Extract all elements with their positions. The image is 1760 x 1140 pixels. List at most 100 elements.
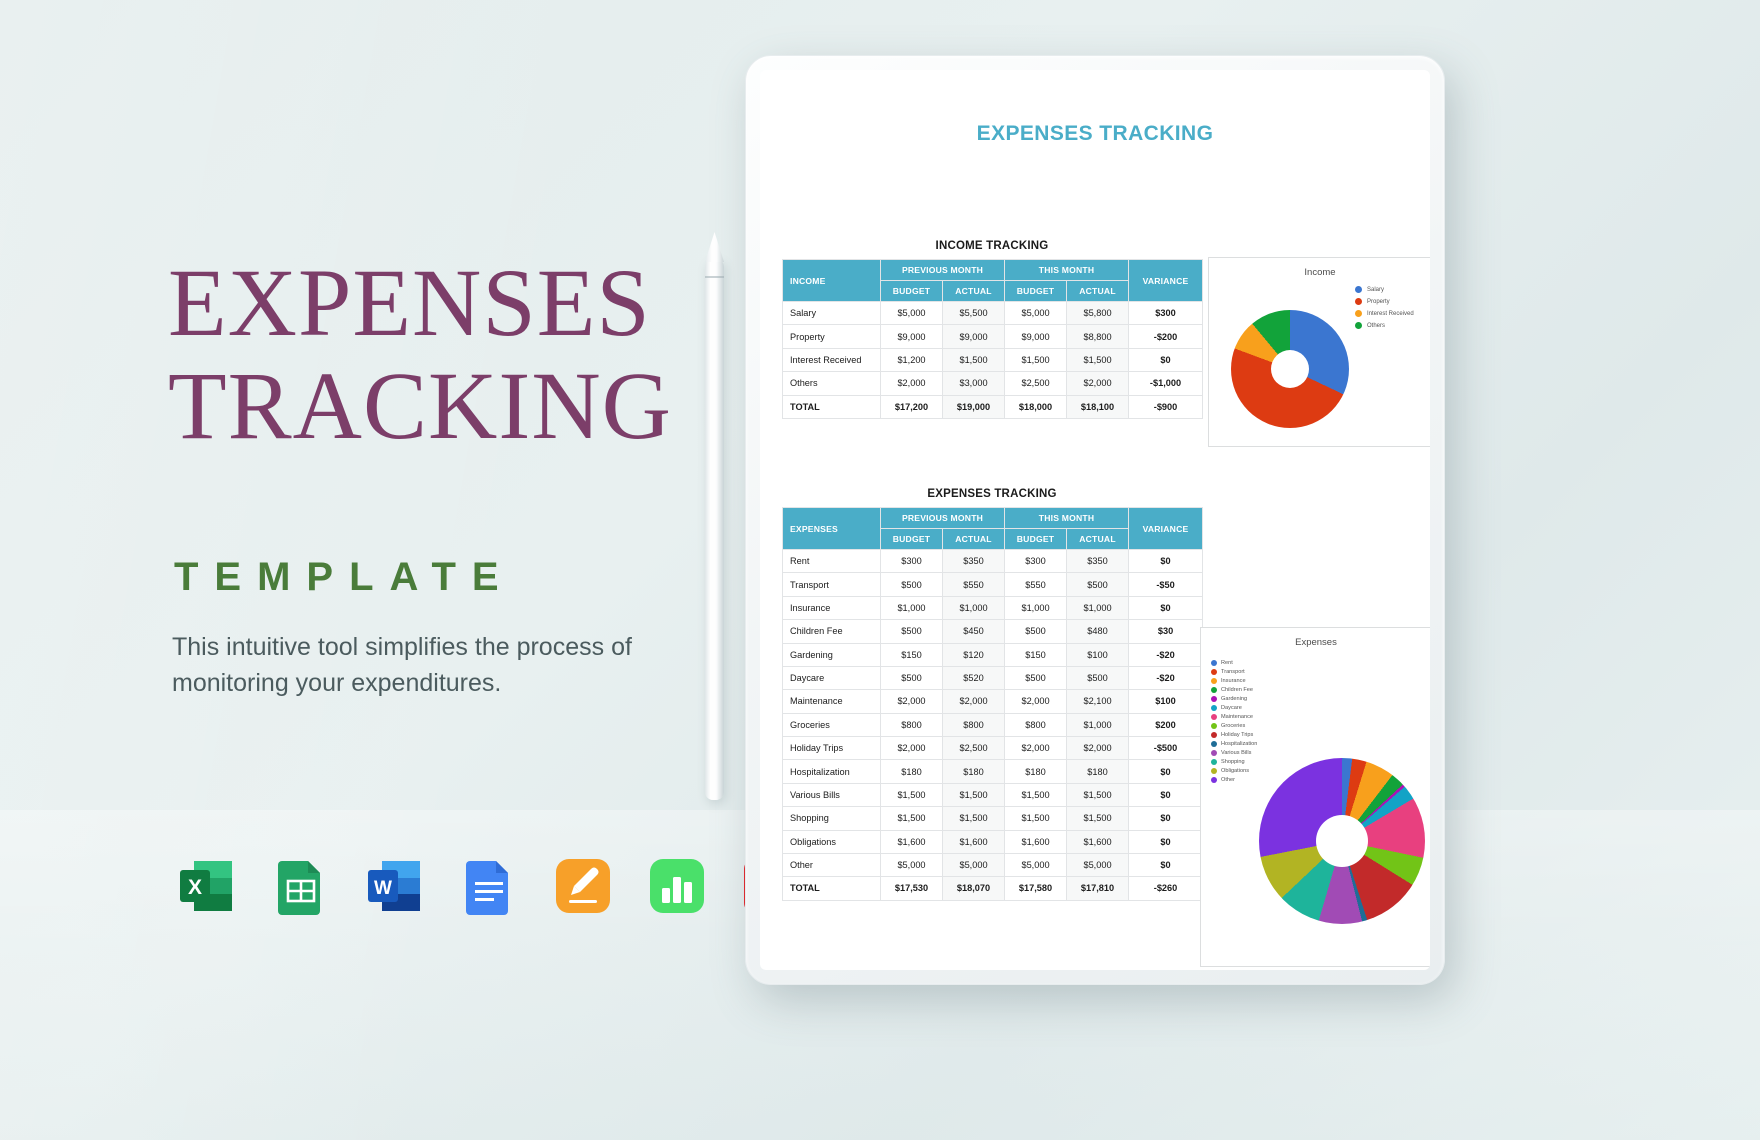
income-cell-prev_budget[interactable]: $2,000 [880, 371, 943, 396]
expenses-cell-this_budget[interactable]: $550 [1004, 572, 1068, 597]
income-cell-prev_budget[interactable]: $1,200 [880, 347, 943, 373]
expenses-cell-this_actual[interactable]: $100 [1066, 642, 1130, 667]
expenses-cell-this_budget[interactable]: $1,000 [1004, 595, 1068, 621]
expenses-cell-prev_budget[interactable]: $1,500 [880, 782, 943, 808]
income-cell-label[interactable]: Property [782, 324, 881, 349]
expenses-cell-prev_actual[interactable]: $520 [941, 665, 1006, 691]
expenses-cell-label[interactable]: Rent [782, 548, 881, 574]
expenses-cell-prev_budget[interactable]: $2,000 [880, 689, 943, 714]
table-row[interactable]: Insurance $1,000 $1,000 $1,000 $1,000 $0 [782, 595, 1204, 621]
expenses-cell-this_actual[interactable]: $350 [1066, 548, 1130, 574]
expenses-cell-prev_actual[interactable]: $5,000 [941, 852, 1006, 878]
income-cell-prev_budget[interactable]: $5,000 [880, 300, 943, 326]
expenses-cell-this_actual[interactable]: $1,600 [1066, 829, 1130, 854]
income-cell-label[interactable]: Salary [782, 300, 881, 326]
expenses-cell-this_actual[interactable]: $1,500 [1066, 782, 1130, 808]
expenses-cell-this_budget[interactable]: $500 [1004, 665, 1068, 691]
table-row[interactable]: Daycare $500 $520 $500 $500 -$20 [782, 665, 1204, 691]
expenses-cell-variance[interactable]: $100 [1128, 689, 1204, 714]
expenses-cell-prev_budget[interactable]: $300 [880, 548, 943, 574]
apple-pages-icon[interactable] [552, 855, 614, 917]
expenses-cell-prev_actual[interactable]: $18,070 [941, 876, 1006, 901]
apple-numbers-icon[interactable] [646, 855, 708, 917]
expenses-cell-variance[interactable]: $30 [1128, 619, 1204, 644]
expenses-cell-this_actual[interactable]: $1,500 [1066, 806, 1130, 831]
expenses-cell-label[interactable]: Transport [782, 572, 881, 597]
expenses-cell-this_actual[interactable]: $17,810 [1066, 876, 1130, 901]
income-cell-variance[interactable]: -$900 [1128, 394, 1204, 419]
table-row[interactable]: Obligations $1,600 $1,600 $1,600 $1,600 $0 [782, 829, 1204, 854]
income-cell-this_budget[interactable]: $18,000 [1004, 394, 1068, 419]
expenses-cell-label[interactable]: Obligations [782, 829, 881, 854]
expenses-cell-this_actual[interactable]: $5,000 [1066, 852, 1130, 878]
expenses-cell-prev_actual[interactable]: $350 [941, 548, 1006, 574]
expenses-cell-this_budget[interactable]: $1,500 [1004, 806, 1068, 831]
expenses-cell-prev_budget[interactable]: $17,530 [880, 876, 943, 901]
expenses-cell-prev_actual[interactable]: $550 [941, 572, 1006, 597]
expenses-cell-variance[interactable]: $0 [1128, 806, 1204, 831]
google-docs-icon[interactable] [458, 855, 520, 917]
expenses-cell-this_budget[interactable]: $1,500 [1004, 782, 1068, 808]
expenses-cell-this_budget[interactable]: $17,580 [1004, 876, 1068, 901]
expenses-cell-this_budget[interactable]: $500 [1004, 619, 1068, 644]
income-cell-this_budget[interactable]: $1,500 [1004, 347, 1068, 373]
expenses-cell-this_actual[interactable]: $500 [1066, 665, 1130, 691]
expenses-cell-prev_actual[interactable]: $1,500 [941, 782, 1006, 808]
table-row[interactable]: TOTAL $17,530 $18,070 $17,580 $17,810 -$260 [782, 876, 1204, 901]
expenses-cell-variance[interactable]: $0 [1128, 852, 1204, 878]
table-row[interactable]: Salary $5,000 $5,500 $5,000 $5,800 $300 [782, 300, 1204, 326]
income-cell-variance[interactable]: $300 [1128, 300, 1204, 326]
expenses-cell-this_budget[interactable]: $800 [1004, 712, 1068, 738]
table-row[interactable]: Interest Received $1,200 $1,500 $1,500 $1,50… [782, 347, 1204, 373]
expenses-cell-prev_budget[interactable]: $1,500 [880, 806, 943, 831]
table-row[interactable]: Maintenance $2,000 $2,000 $2,000 $2,100 $100 [782, 689, 1204, 714]
table-row[interactable]: Rent $300 $350 $300 $350 $0 [782, 548, 1204, 574]
income-cell-prev_actual[interactable]: $9,000 [941, 324, 1006, 349]
income-cell-variance[interactable]: -$200 [1128, 324, 1204, 349]
expenses-cell-prev_actual[interactable]: $450 [941, 619, 1006, 644]
expenses-cell-this_actual[interactable]: $2,100 [1066, 689, 1130, 714]
table-row[interactable]: Transport $500 $550 $550 $500 -$50 [782, 572, 1204, 597]
expenses-cell-label[interactable]: Gardening [782, 642, 881, 667]
expenses-cell-prev_budget[interactable]: $180 [880, 759, 943, 784]
expenses-cell-label[interactable]: Groceries [782, 712, 881, 738]
word-icon[interactable]: W [364, 855, 426, 917]
expenses-cell-label[interactable]: Other [782, 852, 881, 878]
expenses-cell-label[interactable]: Hospitalization [782, 759, 881, 784]
expenses-cell-label[interactable]: Insurance [782, 595, 881, 621]
income-cell-prev_actual[interactable]: $5,500 [941, 300, 1006, 326]
expenses-cell-variance[interactable]: -$500 [1128, 735, 1204, 761]
expenses-cell-prev_budget[interactable]: $500 [880, 619, 943, 644]
expenses-cell-label[interactable]: Children Fee [782, 619, 881, 644]
expenses-cell-variance[interactable]: -$260 [1128, 876, 1204, 901]
expenses-cell-this_actual[interactable]: $1,000 [1066, 595, 1130, 621]
income-cell-variance[interactable]: $0 [1128, 347, 1204, 373]
income-cell-label[interactable]: TOTAL [782, 394, 881, 419]
expenses-cell-prev_actual[interactable]: $2,000 [941, 689, 1006, 714]
income-cell-prev_actual[interactable]: $1,500 [941, 347, 1006, 373]
expenses-cell-this_budget[interactable]: $5,000 [1004, 852, 1068, 878]
expenses-cell-variance[interactable]: $200 [1128, 712, 1204, 738]
expenses-cell-prev_budget[interactable]: $2,000 [880, 735, 943, 761]
expenses-cell-label[interactable]: Holiday Trips [782, 735, 881, 761]
expenses-cell-prev_budget[interactable]: $1,000 [880, 595, 943, 621]
expenses-cell-prev_budget[interactable]: $800 [880, 712, 943, 738]
income-cell-prev_budget[interactable]: $9,000 [880, 324, 943, 349]
expenses-cell-this_actual[interactable]: $500 [1066, 572, 1130, 597]
table-row[interactable]: Various Bills $1,500 $1,500 $1,500 $1,500 $0 [782, 782, 1204, 808]
expenses-cell-this_budget[interactable]: $2,000 [1004, 735, 1068, 761]
expenses-cell-this_budget[interactable]: $180 [1004, 759, 1068, 784]
table-row[interactable]: Gardening $150 $120 $150 $100 -$20 [782, 642, 1204, 667]
expenses-cell-label[interactable]: Daycare [782, 665, 881, 691]
expenses-cell-this_actual[interactable]: $180 [1066, 759, 1130, 784]
table-row[interactable]: Groceries $800 $800 $800 $1,000 $200 [782, 712, 1204, 738]
excel-icon[interactable]: X [176, 855, 238, 917]
table-row[interactable]: Shopping $1,500 $1,500 $1,500 $1,500 $0 [782, 806, 1204, 831]
expenses-cell-variance[interactable]: $0 [1128, 548, 1204, 574]
expenses-cell-variance[interactable]: $0 [1128, 829, 1204, 854]
expenses-cell-prev_actual[interactable]: $800 [941, 712, 1006, 738]
income-cell-this_actual[interactable]: $5,800 [1066, 300, 1130, 326]
google-sheets-icon[interactable] [270, 855, 332, 917]
expenses-cell-prev_actual[interactable]: $120 [941, 642, 1006, 667]
income-cell-label[interactable]: Interest Received [782, 347, 881, 373]
